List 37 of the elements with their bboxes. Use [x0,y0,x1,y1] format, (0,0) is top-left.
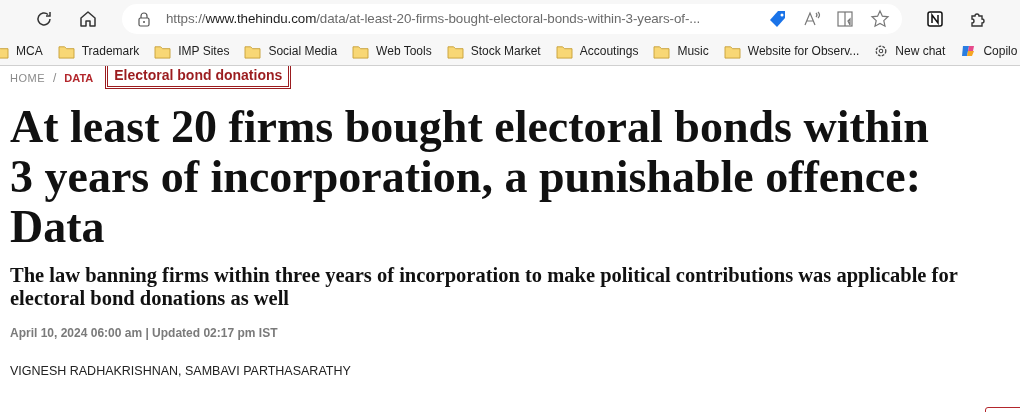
folder-icon [555,43,573,59]
home-icon[interactable] [78,8,98,29]
notion-icon[interactable] [926,9,944,28]
flower-icon [874,44,889,58]
folder-icon [244,43,262,59]
bookmark-item[interactable]: Social Media [244,43,338,59]
bookmark-item[interactable]: MCA [0,43,43,59]
folder-icon [446,43,464,59]
lock-icon [136,10,152,27]
bookmark-item[interactable]: Website for Observ... [723,43,860,59]
bookmark-item[interactable]: New chat [874,44,946,58]
breadcrumb-link[interactable]: DATA [64,72,94,84]
folder-icon [653,43,671,59]
folder-icon [723,43,741,59]
url-text: https://www.thehindu.com/data/at-least-20-firms-bought-electoral-bonds-within-3-years-of-... [166,11,702,26]
subheadline: The law banning firms within three years of incorporation to make political contributions was applicable for electoral bond donations as well [10,264,959,310]
folder-icon [154,43,172,59]
folder-icon [352,43,370,59]
breadcrumb-link[interactable]: HOME [10,72,45,84]
bookmark-item[interactable]: IMP Sites [154,43,230,59]
bookmark-item[interactable]: Web Tools [352,43,432,59]
dateline: April 10, 2024 06:00 am | Updated 02:17 pm IST [10,326,279,340]
bookmark-item[interactable]: Music [653,43,709,59]
folder-icon [57,43,75,59]
breadcrumb-separator: / [53,71,57,85]
star-icon[interactable] [870,8,890,29]
author-names: VIGNESH RADHAKRISHNAN, SAMBAVI PARTHASARATHY [10,364,352,378]
bookmark-item[interactable]: Copilo [960,43,1018,59]
bookmark-item[interactable]: Trademark [57,43,140,59]
bookmark-item[interactable]: Accoutings [555,43,639,59]
topic-tag[interactable]: Electoral bond donations [105,66,292,89]
reader-view-icon[interactable] [836,8,856,29]
tag-icon[interactable] [768,8,788,29]
bookmark-item[interactable]: Stock Market [446,43,541,59]
copilot-icon [960,43,977,59]
headline: At least 20 firms bought electoral bonds within 3 years of incorporation, a punishable offence: Data [10,102,930,252]
address-bar[interactable]: https://www.thehindu.com/data/at-least-20-firms-bought-electoral-bonds-within-3-years-of-... [122,3,902,34]
